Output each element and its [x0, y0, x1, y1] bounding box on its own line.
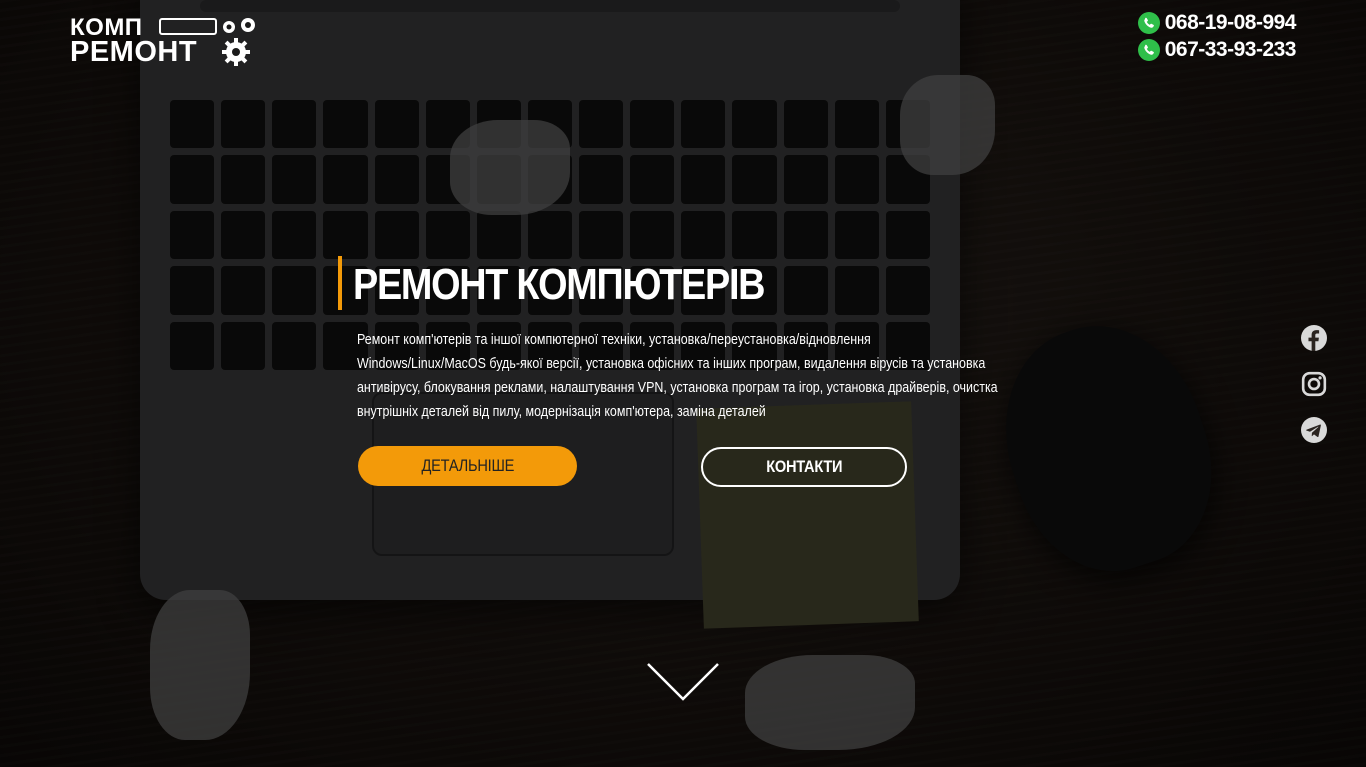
phone-number[interactable]: 068-19-08-994: [1165, 11, 1297, 35]
title-accent-bar: [338, 256, 342, 310]
contacts-button[interactable]: КОНТАКТИ: [701, 447, 907, 487]
phone-item[interactable]: 067-33-93-233: [1137, 36, 1297, 63]
hero-description: Ремонт комп'ютерів та іншої компютерної …: [357, 332, 998, 420]
details-button[interactable]: ДЕТАЛЬНІШЕ: [358, 446, 577, 486]
telegram-icon[interactable]: [1301, 417, 1327, 443]
scroll-down-chevron-icon[interactable]: [646, 662, 720, 702]
logo-tools-bar: [159, 18, 217, 35]
details-button-label: ДЕТАЛЬНІШЕ: [421, 456, 514, 475]
phone-icon: [1137, 11, 1160, 34]
instagram-icon[interactable]: [1301, 371, 1327, 397]
logo-text-bottom: РЕМОНТ: [70, 36, 198, 68]
phone-list: 068-19-08-994 067-33-93-233: [1137, 9, 1297, 63]
gears-icon: [223, 18, 255, 33]
phone-icon: [1137, 38, 1160, 61]
facebook-icon[interactable]: [1301, 325, 1327, 351]
phone-item[interactable]: 068-19-08-994: [1137, 9, 1297, 36]
page-title: РЕМОНТ КОМПЮТЕРІВ: [353, 260, 766, 309]
contacts-button-label: КОНТАКТИ: [765, 457, 843, 476]
site-logo[interactable]: КОМП РЕМОНТ: [70, 13, 270, 69]
phone-number[interactable]: 067-33-93-233: [1165, 38, 1297, 62]
gear-icon: [222, 38, 250, 66]
